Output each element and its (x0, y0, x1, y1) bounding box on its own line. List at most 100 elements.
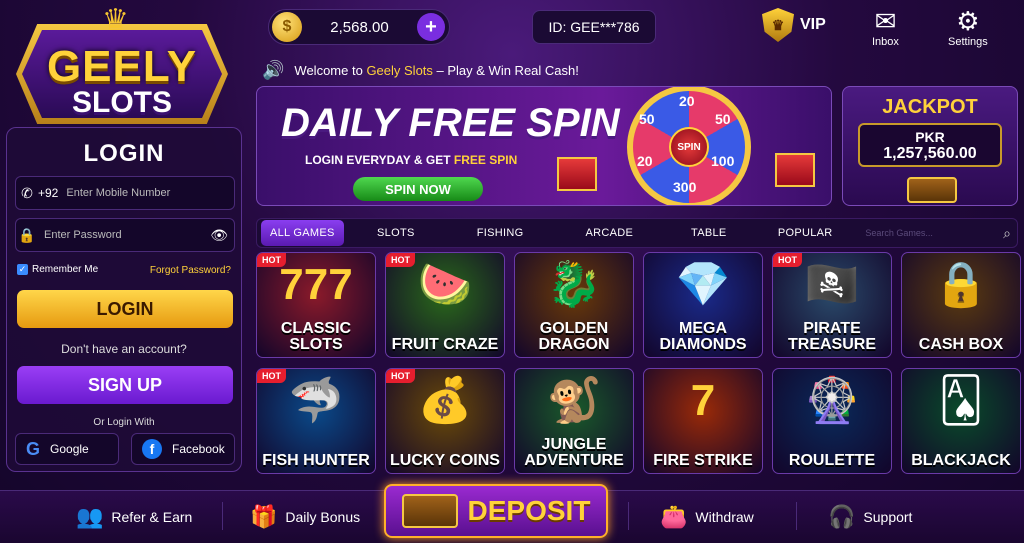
spin-now-button[interactable]: SPIN NOW (353, 177, 483, 201)
support-label: Support (863, 508, 913, 525)
facebook-login-button[interactable]: f Facebook (131, 433, 235, 465)
game-card[interactable]: 🔒 CASH BOX (901, 252, 1021, 358)
banner-title: DAILY FREE SPIN (281, 101, 620, 145)
banner-subtitle-prefix: LOGIN EVERYDAY & GET (305, 153, 454, 167)
withdraw-button[interactable]: 👛 Withdraw (660, 490, 754, 543)
daily-bonus-button[interactable]: 🎁 Daily Bonus (250, 490, 360, 543)
eye-icon[interactable]: 👁 (210, 227, 228, 244)
tab-table[interactable]: TABLE (666, 220, 751, 246)
wheel-number: 50 (639, 111, 655, 127)
user-id: ID: GEE***786 (532, 10, 656, 44)
refer-earn-button[interactable]: 👥 Refer & Earn (76, 490, 192, 543)
game-thumbnail-icon: 🏴‍☠️ (804, 260, 860, 309)
game-card[interactable]: 7 FIRE STRIKE (643, 368, 763, 474)
gift-box-icon (557, 157, 597, 191)
password-field[interactable]: 🔒 Enter Password 👁 (15, 218, 235, 252)
jackpot-currency: PKR (915, 129, 945, 145)
game-thumbnail-icon: 🦈 (288, 376, 344, 425)
game-thumbnail-icon: 🐒 (546, 376, 602, 425)
inbox-button[interactable]: ✉ Inbox (872, 6, 899, 48)
game-card[interactable]: 💎 MEGA DIAMONDS (643, 252, 763, 358)
gift-icon: 🎁 (250, 503, 278, 529)
divider (222, 502, 223, 530)
vip-crown-icon: ♛ (762, 8, 794, 42)
game-thumbnail-icon: 💎 (675, 260, 731, 309)
game-title: GOLDEN DRAGON (538, 320, 610, 353)
treasure-chest-icon (907, 177, 957, 203)
tab-arcade[interactable]: ARCADE (552, 220, 666, 246)
wallet-icon: 👛 (660, 503, 688, 529)
hot-badge: HOT (773, 253, 802, 267)
refer-label: Refer & Earn (111, 508, 193, 525)
gear-icon: ⚙ (956, 6, 980, 36)
forgot-password-link[interactable]: Forgot Password? (150, 265, 231, 276)
remember-label: Remember Me (32, 264, 99, 275)
jackpot-panel: JACKPOT PKR 1,257,560.00 (842, 86, 1018, 206)
google-label: Google (50, 442, 89, 456)
announcement-marquee: 🔊 Welcome to Geely Slots – Play & Win Re… (262, 60, 579, 81)
hot-badge: HOT (257, 369, 286, 383)
game-title: FISH HUNTER (262, 452, 370, 469)
balance-display: $ 2,568.00 + (268, 9, 450, 45)
tab-slots[interactable]: SLOTS (344, 220, 448, 246)
game-grid: HOT 777 CLASSIC SLOTS HOT 🍉 FRUIT CRAZE 🐉 GOLDE… (256, 252, 1021, 474)
game-card[interactable]: HOT 777 CLASSIC SLOTS (256, 252, 376, 358)
hot-badge: HOT (386, 253, 415, 267)
game-card[interactable]: 🎡 ROULETTE (772, 368, 892, 474)
search-games-input[interactable]: Search Games... ⌕ (859, 221, 1017, 245)
mobile-field[interactable]: ✆ +92 Enter Mobile Number (15, 176, 235, 210)
game-title: CLASSIC SLOTS (280, 320, 352, 353)
google-icon: G (26, 438, 41, 459)
country-code: +92 (38, 186, 59, 200)
signup-button[interactable]: SIGN UP (17, 366, 233, 404)
vip-label: VIP (800, 16, 826, 33)
game-title: ROULETTE (788, 452, 876, 469)
no-account-text: Don't have an account? (61, 342, 187, 356)
daily-bonus-label: Daily Bonus (285, 508, 361, 525)
login-button[interactable]: LOGIN (17, 290, 233, 328)
tab-popular[interactable]: POPULAR (751, 220, 859, 246)
prize-wheel: 20 50 100 300 20 50 SPIN (617, 87, 761, 205)
headset-icon: 🎧 (828, 503, 856, 529)
game-card[interactable]: HOT 🏴‍☠️ PIRATE TREASURE (772, 252, 892, 358)
google-login-button[interactable]: G Google (15, 433, 119, 465)
add-funds-button[interactable]: + (417, 13, 445, 41)
game-card[interactable]: HOT 🦈 FISH HUNTER (256, 368, 376, 474)
jackpot-value-box: PKR 1,257,560.00 (858, 123, 1002, 167)
marquee-brand: Geely Slots (366, 63, 433, 78)
game-card[interactable]: HOT 💰 LUCKY COINS (385, 368, 505, 474)
tab-all-games[interactable]: ALL GAMES (261, 220, 344, 246)
game-thumbnail-icon: 🔒 (933, 260, 989, 309)
game-card[interactable]: HOT 🍉 FRUIT CRAZE (385, 252, 505, 358)
lock-icon: 🔒 (18, 226, 36, 243)
vip-button[interactable]: ♛ VIP (762, 8, 826, 42)
game-card[interactable]: 🐉 GOLDEN DRAGON (514, 252, 634, 358)
game-card[interactable]: 🂡 BLACKJACK (901, 368, 1021, 474)
tab-fishing[interactable]: FISHING (448, 220, 552, 246)
coin-icon: $ (272, 12, 302, 42)
banner-subtitle: LOGIN EVERYDAY & GET FREE SPIN (305, 153, 517, 167)
game-thumbnail-icon: 777 (279, 260, 353, 309)
game-thumbnail-icon: 💰 (417, 376, 473, 425)
remember-me-checkbox[interactable]: ✓ Remember Me (17, 264, 98, 275)
inbox-label: Inbox (872, 36, 899, 48)
daily-spin-banner[interactable]: DAILY FREE SPIN LOGIN EVERYDAY & GET FRE… (256, 86, 832, 206)
game-category-tabs: ALL GAMES SLOTS FISHING ARCADE TABLE POP… (256, 218, 1018, 248)
users-icon: 👥 (76, 503, 104, 529)
divider (628, 502, 629, 530)
facebook-icon: f (142, 439, 162, 459)
game-title: BLACKJACK (911, 452, 1011, 469)
mail-icon: ✉ (874, 6, 897, 36)
support-button[interactable]: 🎧 Support (828, 490, 912, 543)
facebook-label: Facebook (172, 442, 225, 456)
logo-text-bottom: SLOTS (71, 86, 172, 119)
crown-icon: ♛ (102, 4, 129, 37)
phone-icon: ✆ (21, 184, 33, 201)
wheel-number: 20 (637, 153, 653, 169)
deposit-button[interactable]: DEPOSIT (384, 484, 608, 538)
game-card[interactable]: 🐒 JUNGLE ADVENTURE (514, 368, 634, 474)
treasure-chest-icon (401, 494, 458, 528)
or-login-with-text: Or Login With (93, 417, 155, 428)
settings-button[interactable]: ⚙ Settings (948, 6, 988, 48)
wheel-number: 20 (679, 93, 695, 109)
